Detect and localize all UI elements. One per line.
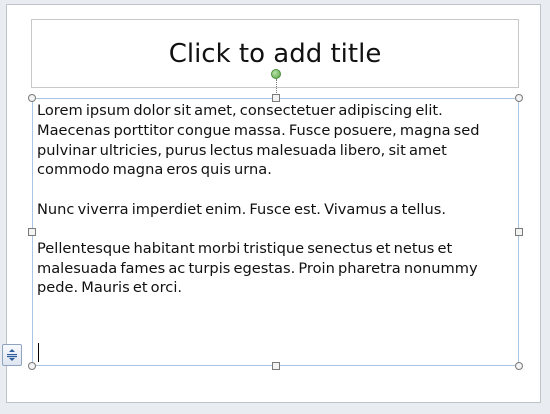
resize-handle-left[interactable] (28, 228, 36, 236)
resize-handle-top[interactable] (272, 94, 280, 102)
autofit-options-button[interactable] (2, 344, 22, 366)
slide-editor-canvas: Click to add title Lorem ipsum dolor sit… (0, 0, 550, 414)
resize-handle-top-left[interactable] (28, 94, 36, 102)
body-paragraph: Lorem ipsum dolor sit amet, consectetuer… (37, 102, 480, 179)
rotate-handle-icon[interactable] (271, 69, 281, 79)
autofit-options-icon (7, 349, 17, 361)
resize-handle-bottom-left[interactable] (28, 362, 36, 370)
resize-handle-right[interactable] (515, 228, 523, 236)
title-placeholder-text: Click to add title (168, 38, 382, 69)
body-paragraph: Nunc viverra imperdiet enim. Fusce est. … (37, 200, 446, 218)
resize-handle-bottom[interactable] (272, 362, 280, 370)
resize-handle-top-right[interactable] (515, 94, 523, 102)
content-text[interactable]: Lorem ipsum dolor sit amet, consectetuer… (37, 101, 515, 298)
body-paragraph: Pellentesque habitant morbi tristique se… (37, 239, 478, 297)
resize-handle-bottom-right[interactable] (515, 362, 523, 370)
text-caret (38, 343, 39, 362)
